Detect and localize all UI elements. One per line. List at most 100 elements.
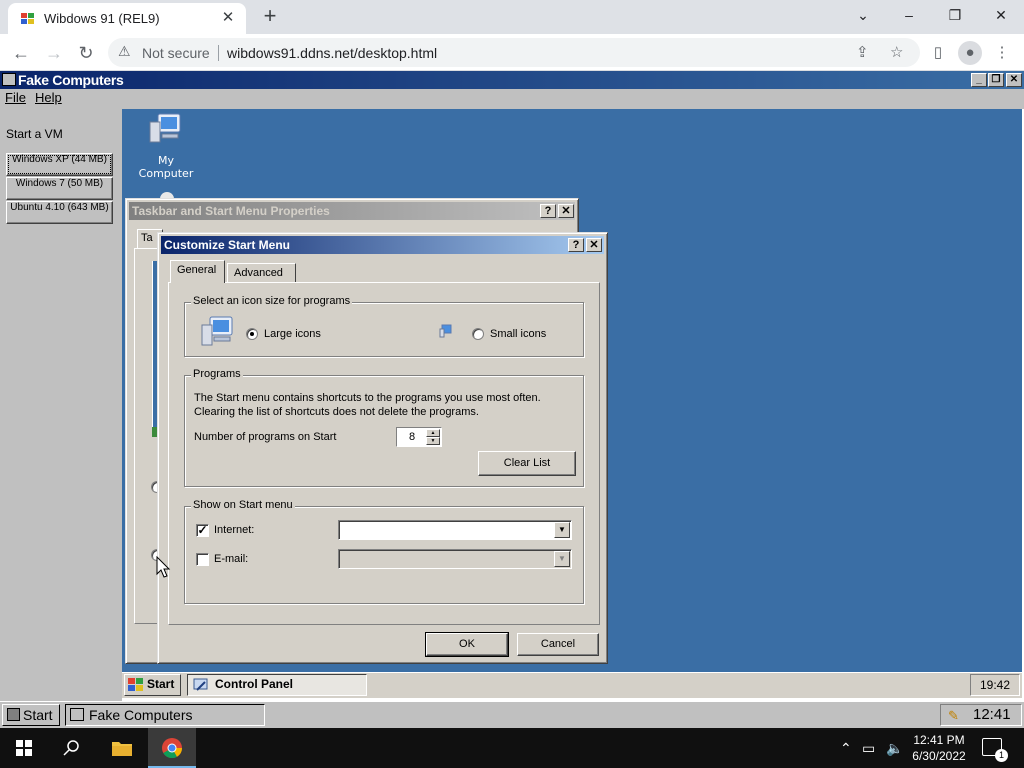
- program-count-label: Number of programs on Start: [194, 431, 337, 443]
- customize-help-button[interactable]: ?: [568, 238, 584, 252]
- tab-advanced[interactable]: Advanced: [227, 263, 296, 283]
- customize-title: Customize Start Menu: [164, 238, 291, 252]
- ok-button[interactable]: OK: [425, 632, 509, 657]
- reload-icon[interactable]: ↻: [73, 40, 99, 66]
- address-bar[interactable]: ⚠ Not secure wibdows91.ddns.net/desktop.…: [108, 38, 920, 67]
- menu-help-label: Help: [35, 90, 62, 105]
- browser-tab-strip: Wibdows 91 (REL9) ✕ + ⌄ – ❐ ✕: [0, 0, 1024, 34]
- notification-center-icon[interactable]: 1: [982, 738, 1008, 762]
- tray-pen-icon[interactable]: ✎: [948, 706, 959, 726]
- vm-start-button[interactable]: Start: [124, 674, 181, 696]
- vm-windows-xp-button[interactable]: Windows XP (44 MB): [6, 153, 113, 176]
- host-clock[interactable]: 12:41 PM 6/30/2022: [912, 732, 966, 764]
- taskbar-properties-help-button[interactable]: ?: [540, 204, 556, 218]
- tray-network-icon[interactable]: ▭: [862, 740, 875, 757]
- chevron-down-icon: ▼: [554, 551, 570, 567]
- tab-search-chevron-icon[interactable]: ⌄: [840, 4, 886, 28]
- programs-legend: Programs: [191, 368, 243, 380]
- email-checkbox[interactable]: [196, 553, 209, 566]
- small-icons-radio[interactable]: [472, 328, 484, 340]
- host-date: 6/30/2022: [912, 749, 966, 763]
- stepper-down-icon[interactable]: ▼: [426, 437, 440, 445]
- app-start-button[interactable]: Start: [2, 704, 60, 726]
- desktop-icon-label: My Computer: [138, 154, 194, 180]
- app-tray-clock: 12:41: [973, 706, 1011, 723]
- tab-general[interactable]: General: [170, 260, 225, 283]
- vm-task-label: Control Panel: [215, 677, 294, 691]
- profile-avatar-icon[interactable]: ●: [958, 41, 982, 65]
- internet-label[interactable]: Internet:: [214, 524, 254, 536]
- internet-browser-select[interactable]: ▼: [338, 520, 572, 540]
- folder-icon: [112, 742, 132, 756]
- tab-close-icon[interactable]: ✕: [218, 8, 238, 28]
- taskbar-properties-titlebar: Taskbar and Start Menu Properties ? ✕: [129, 202, 575, 220]
- host-start-button[interactable]: [0, 728, 48, 768]
- security-status[interactable]: Not secure: [142, 45, 210, 61]
- taskbar-properties-close-button[interactable]: ✕: [558, 204, 574, 218]
- host-chrome-button[interactable]: [148, 728, 196, 768]
- side-panel-icon[interactable]: ▯: [926, 41, 950, 65]
- app-restore-button[interactable]: ❐: [988, 73, 1004, 87]
- stepper-up-icon[interactable]: ▲: [426, 429, 440, 437]
- chrome-icon: [162, 738, 183, 759]
- vm-windows-7-button[interactable]: Windows 7 (50 MB): [6, 177, 113, 200]
- internet-checkbox[interactable]: ✓: [196, 524, 209, 537]
- icon-size-legend: Select an icon size for programs: [191, 295, 353, 307]
- small-icons-label[interactable]: Small icons: [490, 328, 546, 340]
- vm-clock: 19:42: [970, 674, 1020, 696]
- tray-volume-icon[interactable]: 🔈: [886, 740, 903, 757]
- my-computer-icon: [149, 113, 181, 143]
- program-count-stepper[interactable]: 8 ▲ ▼: [396, 427, 442, 447]
- back-arrow-icon[interactable]: ←: [8, 40, 34, 66]
- programs-description: The Start menu contains shortcuts to the…: [194, 392, 541, 418]
- host-search-button[interactable]: [48, 728, 96, 768]
- small-computer-icon: [439, 324, 452, 338]
- bookmark-star-icon[interactable]: ☆: [890, 43, 903, 61]
- vm-task-control-panel[interactable]: Control Panel: [187, 674, 367, 696]
- desktop-icon-my-computer[interactable]: My Computer: [130, 112, 202, 180]
- kebab-menu-icon[interactable]: ⋮: [990, 41, 1014, 65]
- app-task-label: Fake Computers: [89, 707, 193, 723]
- app-close-button[interactable]: ✕: [1006, 73, 1022, 87]
- menu-file[interactable]: File: [5, 90, 26, 105]
- host-file-explorer-button[interactable]: [98, 728, 146, 768]
- show-on-start-legend: Show on Start menu: [191, 499, 295, 511]
- chevron-down-icon[interactable]: ▼: [554, 522, 570, 538]
- vm-start-label: Start: [147, 677, 175, 691]
- window-maximize-button[interactable]: ❐: [932, 4, 978, 28]
- start-vm-heading: Start a VM: [6, 127, 63, 141]
- host-taskbar: ⌃ ▭ 🔈 12:41 PM 6/30/2022 1: [0, 728, 1024, 768]
- tray-chevron-up-icon[interactable]: ⌃: [840, 740, 852, 757]
- forward-arrow-icon[interactable]: →: [41, 40, 67, 66]
- mouse-cursor-icon: [156, 556, 171, 578]
- customize-close-button[interactable]: ✕: [586, 238, 602, 252]
- customize-start-menu-dialog: Customize Start Menu ? ✕ General Advance…: [157, 232, 608, 664]
- large-computer-icon: [201, 316, 233, 346]
- windows-logo-icon: [16, 740, 32, 756]
- vm-launcher-panel: Start a VM Windows XP (44 MB) Windows 7 …: [0, 109, 122, 701]
- windows-flag-icon: [128, 678, 143, 691]
- app-minimize-button[interactable]: _: [971, 73, 987, 87]
- warning-triangle-icon[interactable]: ⚠: [118, 43, 131, 60]
- email-label[interactable]: E-mail:: [214, 553, 248, 565]
- large-icons-radio[interactable]: [246, 328, 258, 340]
- start-logo-icon: [7, 708, 20, 721]
- host-time: 12:41 PM: [913, 733, 965, 747]
- vm-ubuntu-button[interactable]: Ubuntu 4.10 (643 MB): [6, 201, 113, 224]
- large-icons-label[interactable]: Large icons: [264, 328, 321, 340]
- clear-list-button[interactable]: Clear List: [478, 451, 576, 476]
- share-icon[interactable]: ⇪: [856, 43, 869, 61]
- browser-tab[interactable]: Wibdows 91 (REL9) ✕: [8, 3, 246, 34]
- new-tab-button[interactable]: +: [258, 5, 282, 29]
- url-text[interactable]: wibdows91.ddns.net/desktop.html: [227, 45, 437, 61]
- window-minimize-button[interactable]: –: [886, 4, 932, 28]
- menu-help[interactable]: Help: [35, 90, 62, 105]
- cancel-button[interactable]: Cancel: [517, 633, 599, 656]
- app-task-fake-computers[interactable]: Fake Computers: [65, 704, 265, 726]
- app-title-bar: Fake Computers: [0, 71, 1024, 89]
- browser-toolbar: ← → ↻ ⚠ Not secure wibdows91.ddns.net/de…: [0, 34, 1024, 71]
- window-close-button[interactable]: ✕: [978, 4, 1024, 28]
- omnibox-separator: [218, 45, 219, 61]
- taskbar-properties-title: Taskbar and Start Menu Properties: [132, 204, 330, 218]
- program-count-value[interactable]: 8: [409, 431, 415, 443]
